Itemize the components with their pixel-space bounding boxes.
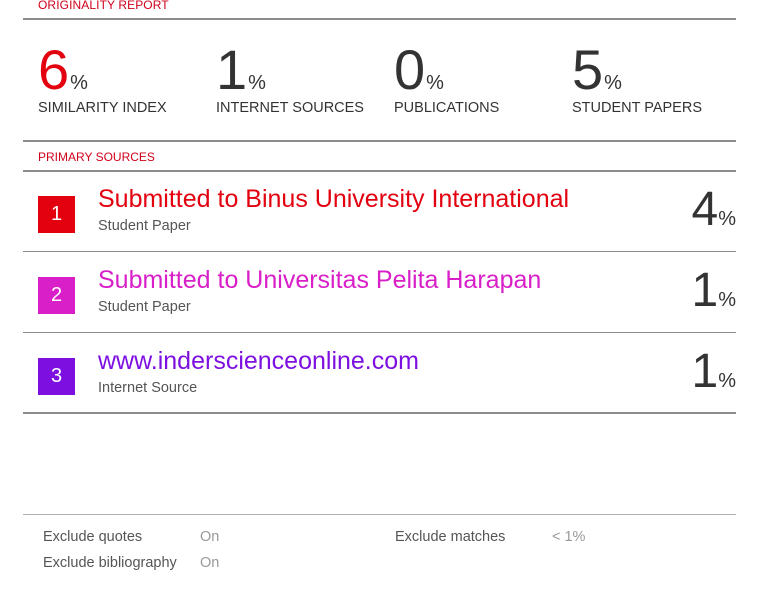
source-divider [23, 332, 736, 333]
stat-internet-sources: 1% INTERNET SOURCES [216, 42, 364, 117]
source-type: Student Paper [98, 218, 191, 234]
source-share-value: 1 [691, 264, 719, 317]
report-title: ORIGINALITY REPORT [38, 0, 169, 12]
primary-sources-title: PRIMARY SOURCES [38, 150, 155, 164]
options-divider [23, 514, 736, 515]
stat-student-papers: 5% STUDENT PAPERS [572, 42, 702, 117]
publications-label: PUBLICATIONS [394, 100, 500, 116]
exclude-quotes-label: Exclude quotes [43, 529, 143, 545]
source-share-value: 1 [691, 345, 719, 398]
source-type: Internet Source [98, 380, 198, 396]
similarity-value: 6 [38, 38, 70, 101]
exclude-bibliography-label: Exclude bibliography [43, 555, 177, 571]
source-rank-badge: 3 [38, 358, 75, 395]
student-papers-value: 5 [572, 38, 604, 101]
stat-publications: 0% PUBLICATIONS [394, 42, 499, 117]
student-papers-unit: % [604, 72, 622, 94]
similarity-label: SIMILARITY INDEX [38, 100, 167, 116]
source-rank-badge: 2 [38, 277, 75, 314]
source-name[interactable]: Submitted to Universitas Pelita Harapan [98, 266, 541, 295]
source-share-unit: % [718, 208, 736, 230]
source-share: 1% [692, 267, 737, 315]
source-share-unit: % [718, 289, 736, 311]
source-row: 2 Submitted to Universitas Pelita Harapa… [23, 253, 736, 333]
source-share-value: 4 [691, 183, 719, 236]
similarity-unit: % [70, 72, 88, 94]
exclude-bibliography-value: On [200, 555, 220, 571]
exclude-quotes-value: On [200, 529, 220, 545]
source-row: 1 Submitted to Binus University Internat… [23, 172, 736, 252]
stat-similarity-index: 6% SIMILARITY INDEX [38, 42, 167, 117]
source-name[interactable]: Submitted to Binus University Internatio… [98, 185, 569, 214]
source-divider [23, 251, 736, 252]
student-papers-label: STUDENT PAPERS [572, 100, 702, 116]
sources-footer-divider [23, 412, 736, 414]
source-share-unit: % [718, 370, 736, 392]
internet-sources-unit: % [248, 72, 266, 94]
publications-value: 0 [394, 38, 426, 101]
source-name[interactable]: www.inderscienceonline.com [98, 347, 419, 376]
publications-unit: % [426, 72, 444, 94]
source-type: Student Paper [98, 299, 191, 315]
internet-sources-label: INTERNET SOURCES [216, 100, 364, 116]
stats-divider [23, 140, 736, 142]
source-row: 3 www.inderscienceonline.com Internet So… [23, 334, 736, 414]
header-divider [23, 18, 736, 20]
source-share: 1% [692, 348, 737, 396]
internet-sources-value: 1 [216, 38, 248, 101]
exclude-matches-value: < 1% [552, 529, 586, 545]
exclude-matches-label: Exclude matches [395, 529, 506, 545]
source-rank-badge: 1 [38, 196, 75, 233]
source-share: 4% [692, 186, 737, 234]
